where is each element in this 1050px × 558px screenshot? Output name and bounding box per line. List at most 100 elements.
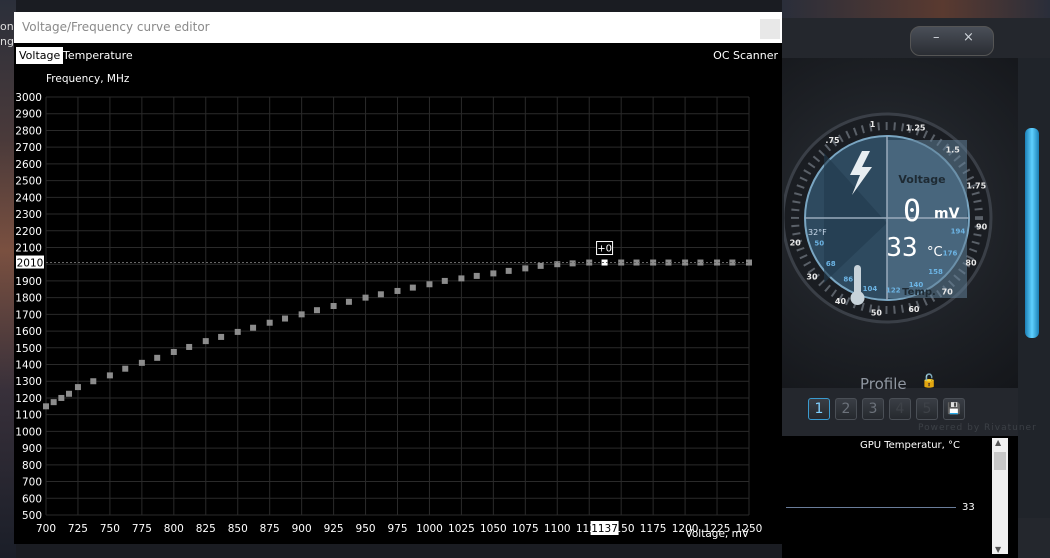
scroll-thumb[interactable] (994, 452, 1006, 470)
curve-point[interactable] (505, 267, 512, 274)
tab-voltage[interactable]: Voltage (16, 47, 64, 64)
x-tick-label: 800 (164, 523, 184, 535)
y-tick-labels: 500 600 700 800 900 1000 1100 1200 1300 1400 1500 1… (15, 92, 42, 522)
curve-point[interactable] (250, 324, 257, 331)
curve-point[interactable] (90, 378, 97, 385)
x-tick-label: 725 (68, 523, 88, 535)
monitor-scrollbar[interactable]: ▲ ▼ (992, 438, 1008, 554)
y-tick-label: 700 (22, 477, 42, 489)
oc-scanner-button[interactable]: OC Scanner (713, 47, 778, 64)
save-icon[interactable]: 💾 (943, 398, 965, 420)
gauge-voltage-value: 0 (903, 194, 921, 229)
curve-point[interactable] (313, 307, 320, 314)
y-tick-label: 1700 (15, 309, 42, 321)
curve-point[interactable] (234, 328, 241, 335)
y-tick-label: 2800 (15, 125, 42, 137)
monitor-graph-title: GPU Temperatur, °C (859, 440, 960, 451)
window-control-cap: – × (910, 26, 994, 56)
selected-x-label: 1137 (591, 523, 618, 535)
curve-point[interactable] (377, 291, 384, 298)
gauge-scale-label: 40 (835, 297, 847, 306)
curve-point[interactable] (490, 270, 497, 277)
curve-point[interactable] (74, 384, 81, 391)
vf-curve-plot[interactable]: 500 600 700 800 900 1000 1100 1200 1300 1400 1500 1… (14, 65, 782, 544)
profile-slot-1[interactable]: 1 (808, 398, 830, 420)
curve-point[interactable] (537, 262, 544, 269)
profile-slot-3[interactable]: 3 (862, 398, 884, 420)
curve-point[interactable] (522, 265, 529, 272)
gauge-scale-label: 1.5 (946, 145, 961, 154)
curve-point[interactable] (458, 275, 465, 282)
tab-temperature[interactable]: Temperature (60, 47, 136, 64)
y-tick-label: 500 (22, 510, 42, 522)
gauge-temp-value: 33 (886, 233, 917, 263)
monitor-current-value: 33 (962, 502, 975, 513)
y-tick-label: 1500 (15, 343, 42, 355)
curve-point[interactable] (58, 394, 65, 401)
y-tick-label: 1000 (15, 426, 42, 438)
y-tick-label: 1100 (15, 410, 42, 422)
minimize-button[interactable]: – (933, 30, 940, 45)
afterburner-skin: – × Voltage 0 mV 33 °C Temp. 32°F .75 1 1.… (782, 18, 1050, 558)
x-tick-label: 950 (356, 523, 376, 535)
y-tick-label: 600 (22, 493, 42, 505)
gauge-scale-label: 194 (951, 228, 966, 236)
curve-point[interactable] (122, 365, 129, 372)
scroll-up-icon[interactable]: ▲ (995, 438, 1001, 447)
curve-point[interactable] (409, 284, 416, 291)
offset-label: +0 (597, 244, 612, 255)
gauge-fahrenheit-label: 32°F (808, 228, 827, 237)
gauge-scale-label: 86 (843, 276, 853, 284)
y-tick-label: 1600 (15, 326, 42, 338)
curve-point[interactable] (50, 399, 57, 406)
y-tick-label: 1300 (15, 376, 42, 388)
x-tick-label: 1025 (448, 523, 475, 535)
curve-point[interactable] (170, 348, 177, 355)
curve-point[interactable] (43, 403, 49, 410)
curve-point[interactable] (66, 390, 73, 397)
y-tick-label: 2100 (15, 242, 42, 254)
x-tick-label: 1100 (544, 523, 571, 535)
curve-point[interactable] (154, 354, 161, 361)
background-text-fragment: on (0, 20, 14, 33)
x-axis-label: Voltage, mV (686, 528, 750, 540)
profile-slot-5[interactable]: 5 (916, 398, 938, 420)
gauge-scale-label: 20 (790, 239, 802, 248)
curve-point[interactable] (282, 315, 289, 322)
curve-point[interactable] (441, 277, 448, 284)
curve-point[interactable] (202, 338, 209, 345)
curve-point[interactable] (394, 287, 401, 294)
gauge-scale-label: 158 (928, 268, 943, 276)
y-tick-label: 2200 (15, 226, 42, 238)
blue-light-bar (1025, 128, 1039, 338)
curve-point[interactable] (266, 319, 273, 326)
gauge-scale-label: 1.75 (966, 182, 986, 191)
vf-curve-chart[interactable]: 500 600 700 800 900 1000 1100 1200 1300 1400 1500 1… (14, 65, 782, 544)
y-tick-label: 2900 (15, 109, 42, 121)
close-button[interactable] (760, 19, 780, 39)
curve-point[interactable] (569, 260, 576, 267)
curve-point[interactable] (426, 281, 433, 288)
curve-point[interactable] (298, 311, 305, 318)
curve-point[interactable] (362, 294, 369, 301)
profile-label: Profile (860, 375, 907, 393)
x-tick-label: 700 (36, 523, 56, 535)
close-skin-button[interactable]: × (963, 30, 974, 45)
curve-point[interactable] (473, 272, 480, 279)
lock-icon[interactable]: 🔓 (921, 374, 937, 389)
curve-point[interactable] (345, 298, 352, 305)
profile-slot-2[interactable]: 2 (835, 398, 857, 420)
window-titlebar[interactable]: Voltage/Frequency curve editor (14, 12, 782, 43)
curve-point[interactable] (138, 359, 145, 366)
desktop-background-top (782, 0, 1050, 18)
scroll-down-icon[interactable]: ▼ (995, 545, 1001, 554)
curve-point[interactable] (218, 333, 225, 340)
curve-point[interactable] (186, 343, 193, 350)
curve-point[interactable] (106, 372, 113, 379)
x-tick-labels: 700 725 750 775 800 825 850 875 900 925 950 975 1000… (36, 523, 762, 535)
y-tick-label: 2400 (15, 192, 42, 204)
profile-slot-4[interactable]: 4 (889, 398, 911, 420)
x-tick-label: 975 (387, 523, 407, 535)
y-tick-label: 2700 (15, 142, 42, 154)
curve-point[interactable] (330, 303, 337, 309)
